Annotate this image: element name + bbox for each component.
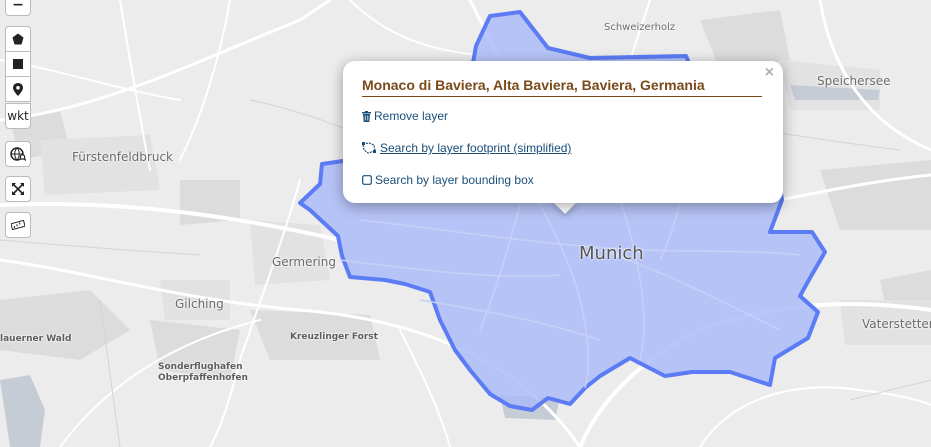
- wkt-button[interactable]: wkt: [5, 103, 31, 129]
- search-footprint-link[interactable]: Search by layer footprint (simplified): [362, 141, 571, 155]
- place-label-gilching: Gilching: [175, 297, 224, 311]
- rectangle-icon: [13, 59, 23, 69]
- place-label-oberpfaffenhofen: Oberpfaffenhofen: [158, 373, 248, 383]
- place-label-schweizerholz: Schweizerholz: [604, 22, 676, 33]
- place-label-germering: Germering: [272, 255, 336, 269]
- globe-search-icon: [10, 147, 26, 161]
- draw-polygon-button[interactable]: [5, 26, 31, 52]
- place-label-speichersee: Speichersee: [817, 74, 891, 88]
- fullscreen-icon: [12, 183, 24, 195]
- marker-icon: [13, 82, 23, 96]
- footprint-icon: [362, 142, 376, 154]
- search-bbox-link[interactable]: Search by layer bounding box: [362, 173, 534, 187]
- draw-rectangle-button[interactable]: [5, 51, 31, 77]
- popup-close-button[interactable]: ×: [765, 64, 774, 82]
- ruler-icon: [11, 220, 25, 230]
- place-label-lauerner-wald: lauerner Wald: [0, 334, 72, 344]
- globe-search-button[interactable]: [5, 141, 31, 167]
- place-label-fuerstenfeldbruck: Fürstenfeldbruck: [72, 150, 173, 164]
- layer-popup: × Monaco di Baviera, Alta Baviera, Bavie…: [343, 61, 783, 203]
- polygon-icon: [12, 33, 24, 45]
- search-bbox-label: Search by layer bounding box: [375, 173, 534, 187]
- remove-layer-label: Remove layer: [374, 109, 449, 123]
- draw-marker-button[interactable]: [5, 76, 31, 102]
- popup-title: Monaco di Baviera, Alta Baviera, Baviera…: [362, 77, 762, 97]
- trash-icon: [362, 110, 371, 122]
- place-label-sonderflughafen: Sonderflughafen: [158, 362, 243, 372]
- remove-layer-link[interactable]: Remove layer: [362, 109, 448, 123]
- zoom-out-button[interactable]: −: [5, 0, 31, 16]
- fullscreen-button[interactable]: [5, 176, 31, 202]
- search-footprint-label: Search by layer footprint (simplified): [380, 141, 572, 155]
- measure-button[interactable]: [5, 212, 31, 238]
- place-label-kreuzlinger-forst: Kreuzlinger Forst: [290, 332, 378, 342]
- place-label-vaterstetten: Vaterstetten: [862, 317, 931, 331]
- place-label-munich: Munich: [579, 243, 644, 264]
- bounding-box-icon: [362, 175, 372, 185]
